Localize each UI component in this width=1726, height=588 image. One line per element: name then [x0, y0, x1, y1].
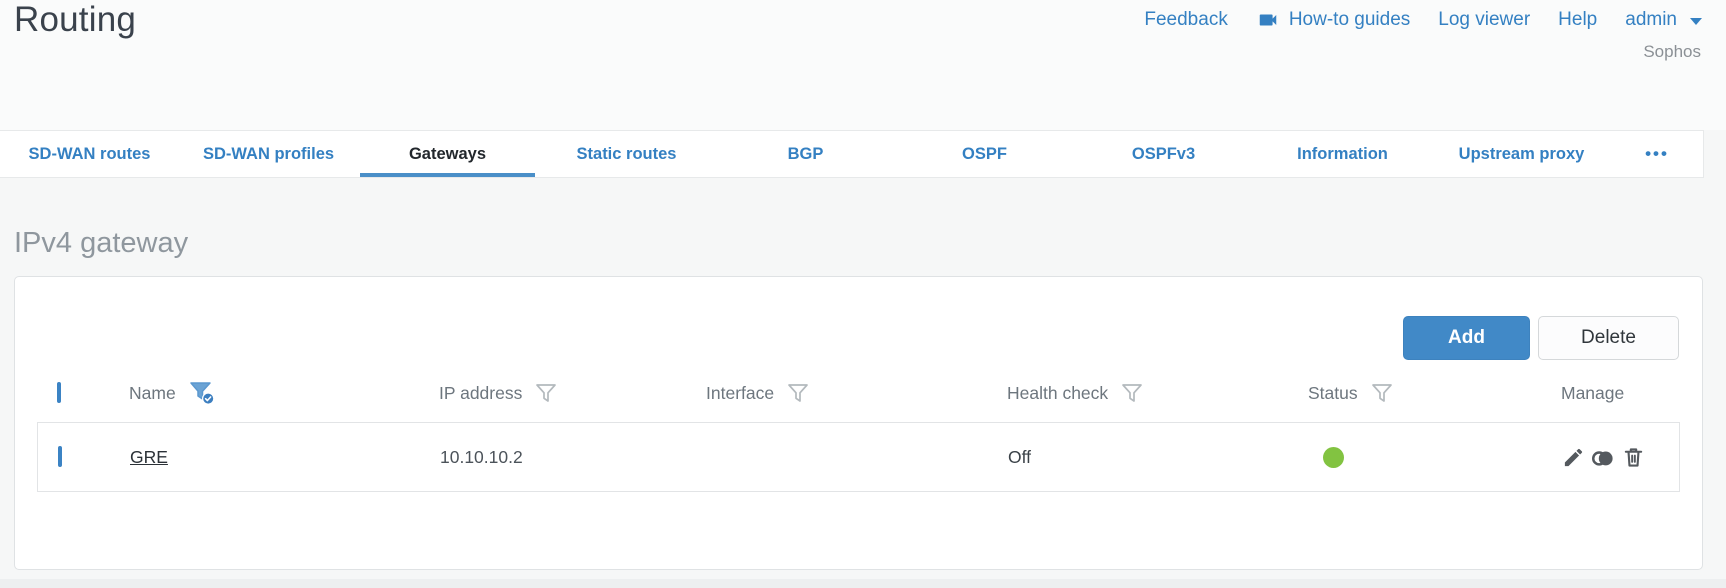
cell-manage — [1562, 446, 1679, 469]
gateway-table-card: Add Delete Name IP address Interface Hea… — [14, 276, 1703, 570]
videocam-icon — [1259, 14, 1277, 26]
column-header-manage: Manage — [1561, 383, 1680, 404]
column-label-interface: Interface — [706, 382, 775, 403]
delete-row-icon[interactable] — [1622, 446, 1645, 469]
column-label-manage: Manage — [1561, 382, 1625, 403]
user-name: admin — [1625, 9, 1677, 30]
log-viewer-link[interactable]: Log viewer — [1438, 9, 1530, 31]
delete-button[interactable]: Delete — [1538, 316, 1679, 360]
filter-icon[interactable] — [1371, 383, 1393, 404]
log-viewer-label: Log viewer — [1438, 9, 1531, 30]
cell-status — [1309, 446, 1546, 468]
row-checkbox[interactable] — [58, 446, 62, 467]
column-header-ip-address: IP address — [439, 383, 706, 404]
tab-sd-wan-routes[interactable]: SD-WAN routes — [0, 131, 179, 177]
column-header-interface: Interface — [706, 383, 1007, 404]
help-label: Help — [1558, 9, 1598, 30]
column-header-name: Name — [129, 381, 439, 406]
caret-down-icon — [1690, 18, 1702, 25]
howto-guides-label: How-to guides — [1288, 9, 1411, 30]
add-button[interactable]: Add — [1403, 316, 1530, 360]
filter-icon[interactable] — [1121, 383, 1143, 404]
select-all-checkbox[interactable] — [57, 382, 61, 403]
cell-health-check: Off — [1008, 446, 1032, 467]
user-menu[interactable]: admin — [1625, 9, 1702, 31]
feedback-link[interactable]: Feedback — [1144, 9, 1227, 31]
help-link[interactable]: Help — [1558, 9, 1597, 31]
filter-icon[interactable] — [535, 383, 557, 404]
tab-bgp[interactable]: BGP — [716, 131, 895, 177]
tab-static-routes[interactable]: Static routes — [537, 131, 716, 177]
content-area: IPv4 gateway Add Delete Name IP address … — [0, 227, 1726, 570]
brand-label: Sophos — [1643, 42, 1701, 61]
feedback-label: Feedback — [1144, 9, 1228, 30]
column-header-status: Status — [1308, 383, 1545, 404]
filter-active-icon[interactable] — [189, 381, 216, 406]
cell-ip-address: 10.10.10.2 — [440, 446, 523, 467]
table-row: GRE 10.10.10.2 Off — [37, 422, 1680, 492]
howto-guides-link[interactable]: How-to guides — [1256, 9, 1410, 31]
section-title: IPv4 gateway — [14, 227, 189, 259]
column-label-status: Status — [1308, 382, 1358, 403]
column-header-health-check: Health check — [1007, 383, 1308, 404]
page-title: Routing — [14, 0, 137, 39]
tab-information[interactable]: Information — [1253, 131, 1432, 177]
bottom-strip — [0, 579, 1726, 588]
edit-icon[interactable] — [1562, 446, 1585, 469]
table-toolbar: Add Delete — [1403, 316, 1679, 360]
tab-sd-wan-profiles[interactable]: SD-WAN profiles — [179, 131, 358, 177]
cell-name: GRE — [130, 447, 440, 468]
utility-nav: Feedback How-to guides Log viewer Help a… — [1144, 9, 1702, 31]
top-header: Routing Feedback How-to guides Log viewe… — [0, 0, 1726, 130]
gateway-table: Name IP address Interface Health check S… — [37, 371, 1680, 492]
status-up-indicator — [1323, 446, 1344, 468]
table-header-row: Name IP address Interface Health check S… — [37, 371, 1680, 415]
tab-ospf[interactable]: OSPF — [895, 131, 1074, 177]
tab-bar: SD-WAN routes SD-WAN profiles Gateways S… — [0, 130, 1704, 178]
more-tabs-button[interactable]: ••• — [1611, 131, 1703, 177]
tab-upstream-proxy[interactable]: Upstream proxy — [1432, 131, 1611, 177]
gateway-name-link[interactable]: GRE — [130, 447, 168, 467]
filter-icon[interactable] — [787, 383, 809, 404]
tab-gateways[interactable]: Gateways — [358, 131, 537, 177]
tab-ospfv3[interactable]: OSPFv3 — [1074, 131, 1253, 177]
column-label-ip-address: IP address — [439, 382, 523, 403]
column-label-name: Name — [129, 382, 176, 403]
column-label-health-check: Health check — [1007, 382, 1109, 403]
clone-icon[interactable] — [1591, 446, 1616, 469]
